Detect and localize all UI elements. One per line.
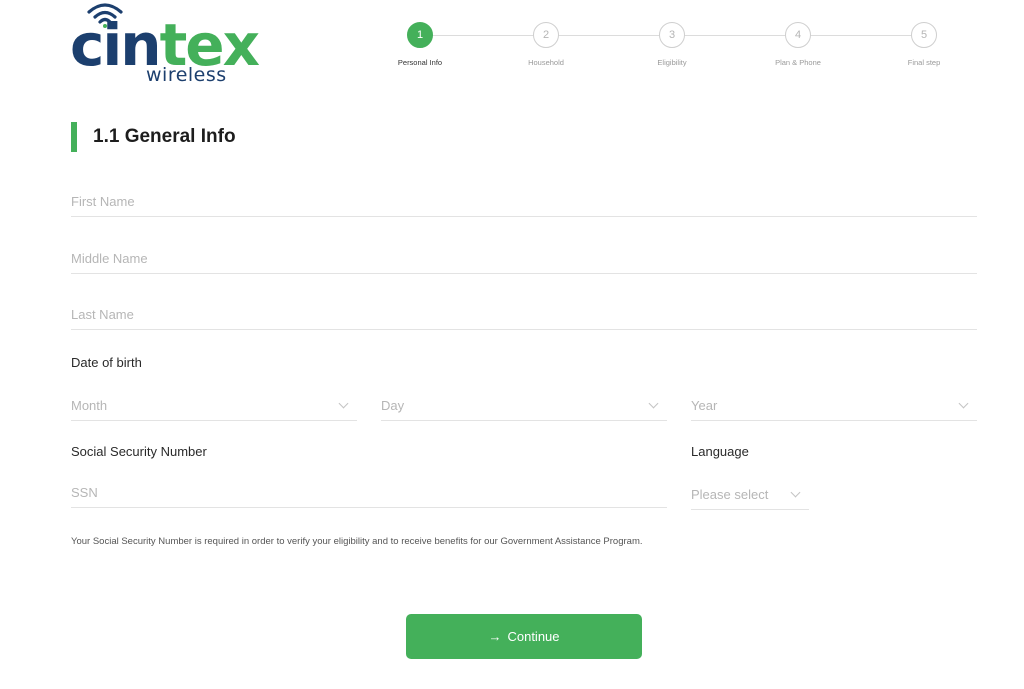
step-label: Plan & Phone	[775, 58, 821, 67]
first-name-field	[71, 187, 977, 217]
cintex-logo[interactable]: cintex wireless	[70, 2, 260, 86]
step-eligibility: 3 Eligibility	[642, 22, 702, 67]
dob-label: Date of birth	[71, 355, 142, 370]
dob-month-select[interactable]: Month	[71, 391, 357, 421]
language-label: Language	[691, 444, 749, 459]
last-name-input[interactable]	[71, 300, 977, 329]
step-label: Household	[528, 58, 564, 67]
step-personal-info: 1 Personal Info	[390, 22, 450, 67]
chevron-down-icon	[958, 398, 969, 409]
middle-name-field	[71, 244, 977, 274]
step-plan-phone: 4 Plan & Phone	[768, 22, 828, 67]
progress-stepper: 1 Personal Info 2 Household 3 Eligibilit…	[396, 22, 956, 72]
ssn-disclaimer: Your Social Security Number is required …	[71, 536, 643, 547]
dob-year-value: Year	[691, 398, 718, 413]
language-select[interactable]: Please select	[691, 480, 809, 510]
language-value: Please select	[691, 487, 769, 502]
step-circle: 2	[533, 22, 559, 48]
step-circle: 3	[659, 22, 685, 48]
step-household: 2 Household	[516, 22, 576, 67]
step-circle: 1	[407, 22, 433, 48]
middle-name-input[interactable]	[71, 244, 977, 273]
section-heading: 1.1 General Info	[71, 122, 236, 152]
first-name-input[interactable]	[71, 187, 977, 216]
last-name-field	[71, 300, 977, 330]
dob-month-value: Month	[71, 398, 108, 413]
section-title: 1.1 General Info	[93, 126, 236, 147]
step-circle: 5	[911, 22, 937, 48]
chevron-down-icon	[790, 487, 801, 498]
chevron-down-icon	[648, 398, 659, 409]
ssn-label: Social Security Number	[71, 444, 207, 459]
continue-label: Continue	[507, 629, 560, 644]
chevron-down-icon	[338, 398, 349, 409]
arrow-right-icon: →	[488, 629, 502, 644]
ssn-field	[71, 478, 667, 508]
step-label: Eligibility	[657, 58, 687, 67]
ssn-input[interactable]	[71, 478, 667, 507]
continue-button[interactable]: → Continue	[406, 614, 642, 659]
logo-tagline: wireless	[146, 64, 227, 86]
step-final: 5 Final step	[894, 22, 954, 67]
dob-year-select[interactable]: Year	[691, 391, 977, 421]
section-accent-bar	[71, 122, 77, 152]
dob-day-select[interactable]: Day	[381, 391, 667, 421]
step-label: Personal Info	[397, 58, 443, 67]
step-circle: 4	[785, 22, 811, 48]
dob-day-value: Day	[381, 398, 405, 413]
step-label: Final step	[907, 58, 941, 67]
